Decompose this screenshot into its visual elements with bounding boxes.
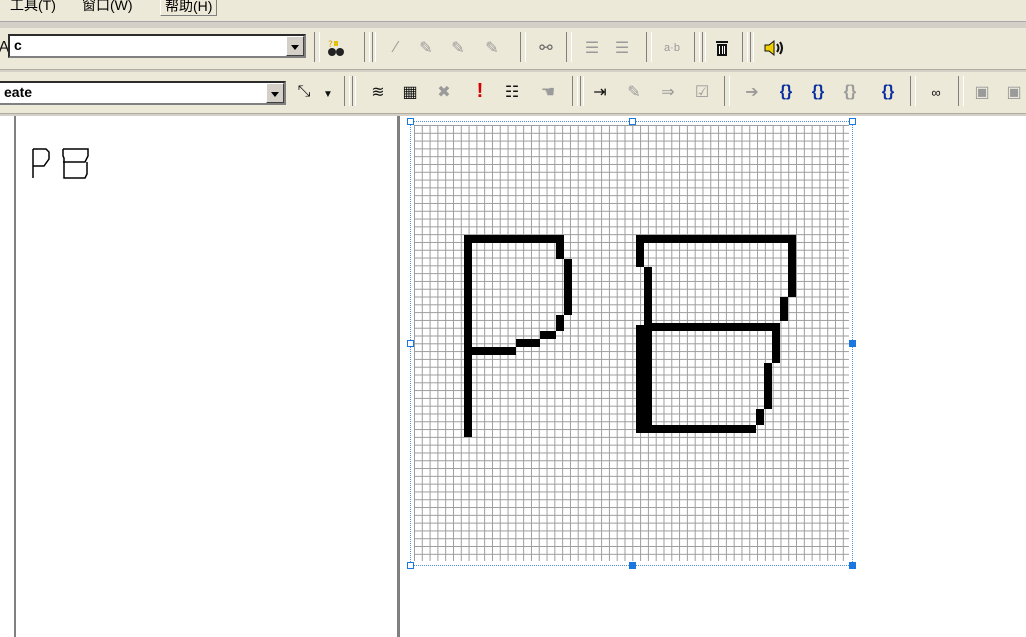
outdent-icon[interactable]: ☰ [610,36,634,60]
action-combo-value: eate [4,84,33,100]
toolbar-top: A c ? ⁄ ✎ ✎ ✎ ⚯ ☰ ☰ a·b [0,28,1026,70]
trash-icon[interactable] [710,36,734,60]
left-gutter [0,116,16,637]
toolbar-separator [520,32,526,62]
preview-glyphs-svg [32,148,89,179]
toolbar-separator [352,76,356,106]
send-icon[interactable]: ⇒ [656,80,680,104]
app-window: 工具(T) 窗口(W) 帮助(H) A c ? ⁄ ✎ ✎ ✎ ⚯ ☰ ☰ a·… [0,0,1026,637]
resize-handle-sw[interactable] [407,562,414,569]
hand-icon[interactable]: ☚ [536,80,560,104]
toolbar-separator [364,32,370,62]
glyph-arrow-icon[interactable]: ⁄ [384,36,408,60]
window-icon[interactable]: ▣ [970,80,994,104]
menu-window[interactable]: 窗口(W) [78,0,137,16]
resize-handle-w[interactable] [407,340,414,347]
step-in-icon[interactable]: {} [876,80,900,104]
speaker-icon[interactable] [762,36,786,60]
chevron-down-icon[interactable] [286,36,304,56]
menu-help[interactable]: 帮助(H) [160,0,218,16]
toolbar-separator [646,32,652,62]
menu-tools[interactable]: 工具(T) [6,0,60,16]
ab-icon[interactable]: a·b [660,36,684,60]
toolbar-separator [344,76,350,106]
grid-icon[interactable]: ▦ [398,80,422,104]
exclamation-icon[interactable]: ! [468,79,492,103]
resize-handle-nw[interactable] [407,118,414,125]
dropdown-arrow-icon[interactable]: ▼ [316,82,340,106]
action-combo[interactable]: eate [0,81,286,105]
indent-icon[interactable]: ☰ [580,36,604,60]
export-icon[interactable]: ⇥ [588,80,612,104]
step-over-icon[interactable]: {} [806,80,830,104]
check-icon[interactable]: ☑ [690,80,714,104]
glyph-combo-value: c [14,37,22,53]
toolbar-separator [724,76,730,106]
preview-panel: PB [16,116,400,637]
toolbar-separator [572,76,578,106]
arrow-right-icon[interactable]: ➔ [740,80,764,104]
resize-handle-se[interactable] [849,562,856,569]
resize-handle-s[interactable] [629,562,636,569]
toolbar-separator [742,32,748,62]
binoculars-help-icon[interactable]: ? [324,36,348,60]
svg-text:?: ? [328,40,333,50]
toolbar-separator [566,32,572,62]
glyph-remove-icon[interactable]: ✎ [446,36,470,60]
canvas-selection-frame[interactable] [407,118,856,569]
glyph-preview: PB [30,146,100,187]
step-icon[interactable]: {} [774,80,798,104]
glyph-edit-icon[interactable]: ✎ [480,36,504,60]
window-icon-2[interactable]: ▣ [1002,80,1026,104]
glyph-bitmap-svg[interactable] [414,125,849,561]
menu-bar: 工具(T) 窗口(W) 帮助(H) [0,0,1026,22]
list-icon[interactable]: ☷ [500,80,524,104]
resize-handle-n[interactable] [629,118,636,125]
step-gray-icon[interactable]: {} [838,80,862,104]
glyph-combo[interactable]: c [8,34,306,58]
stack-icon[interactable]: ≋ [366,80,390,104]
toolbar-separator [314,32,320,62]
toolbar-separator [702,32,706,62]
magic-wand-icon[interactable]: ⤡ [292,80,316,104]
toolbar-separator [910,76,916,106]
toolbar-bottom: eate ⤡ ▼ ≋ ▦ ✖ ! ☷ ☚ ⇥ ✎ ⇒ ☑ ➔ {} {} {} … [0,72,1026,114]
toolbar-separator [580,76,584,106]
main-area: PB [0,116,1026,637]
delete-icon[interactable]: ✖ [432,80,456,104]
toolbar-separator [750,32,754,62]
toolbar-separator [958,76,964,106]
edit-icon[interactable]: ✎ [622,80,646,104]
find-icon[interactable]: ⚯ [534,36,558,60]
toolbar-separator [694,32,700,62]
chevron-down-icon[interactable] [266,83,284,103]
glyph-add-icon[interactable]: ✎ [414,36,438,60]
resize-handle-ne[interactable] [849,118,856,125]
toolbar-separator [372,32,376,62]
glyph-editor-panel [403,116,1026,637]
resize-handle-e[interactable] [849,340,856,347]
glasses-icon[interactable]: ∞ [924,80,948,104]
